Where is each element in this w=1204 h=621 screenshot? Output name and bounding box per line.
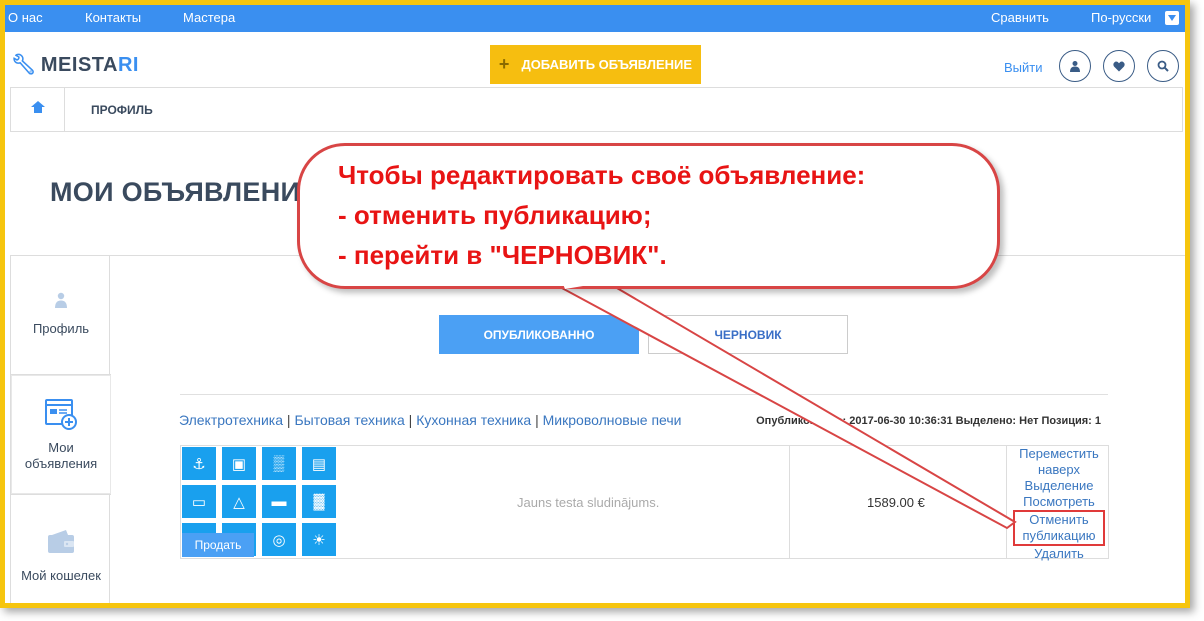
callout-pointer-join: [563, 278, 607, 289]
callout-line: - перейти в "ЧЕРНОВИК".: [338, 240, 667, 270]
browser-frame: О нас Контакты Мастера Сравнить По-русск…: [0, 0, 1190, 608]
callout-text: Чтобы редактировать своё объявление: - от…: [338, 155, 865, 275]
callout-line: - отменить публикацию;: [338, 200, 652, 230]
callout-line: Чтобы редактировать своё объявление:: [338, 160, 866, 190]
